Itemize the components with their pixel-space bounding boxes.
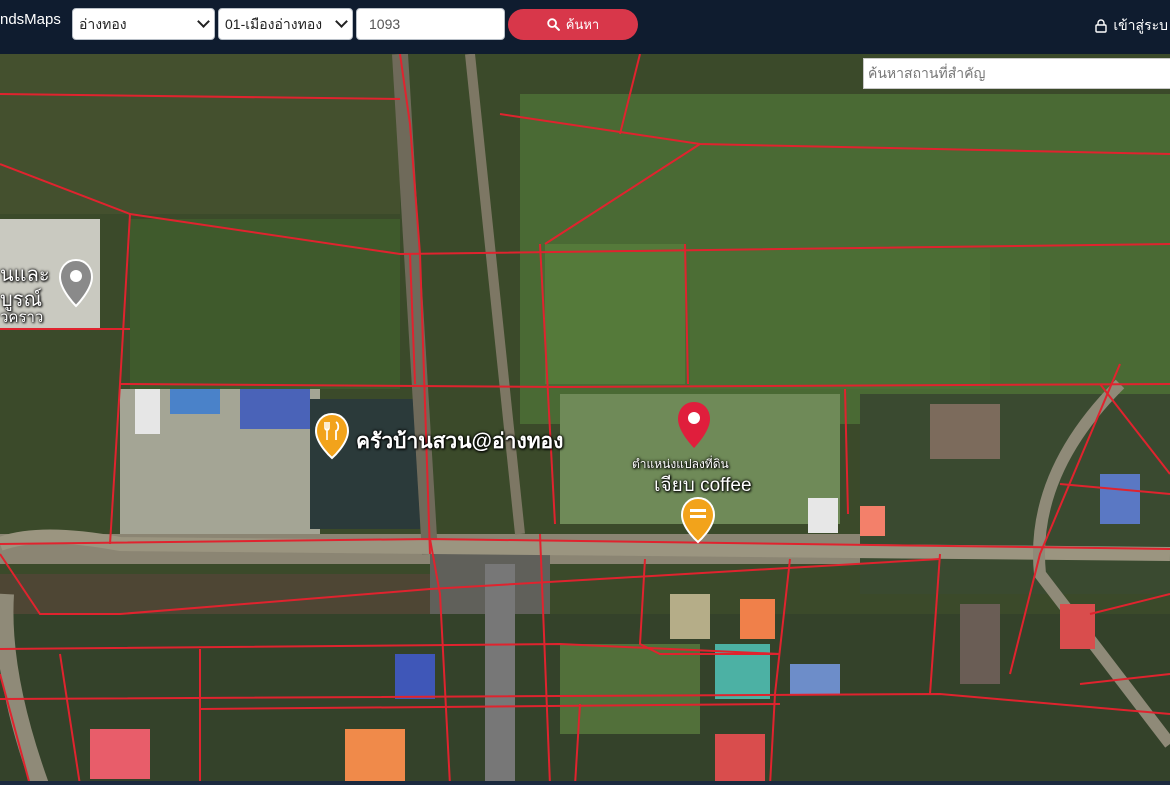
search-button-label: ค้นหา — [565, 17, 600, 32]
parcel-number-value: 1093 — [369, 16, 401, 32]
parcel-number-input[interactable]: 1093 — [356, 8, 505, 40]
gray-poi-pin-icon[interactable] — [58, 258, 94, 308]
brand-logo-text[interactable]: ndsMaps — [0, 11, 61, 28]
restaurant-pin-icon[interactable] — [314, 412, 350, 460]
district-select-value: 01-เมืองอ่างทอง — [225, 16, 323, 32]
login-label: เข้าสู่ระบ — [1113, 17, 1168, 33]
place-search-placeholder: ค้นหาสถานที่สำคัญ — [868, 65, 986, 81]
chevron-down-icon — [335, 15, 348, 28]
search-icon — [547, 18, 560, 31]
search-button[interactable]: ค้นหา — [508, 9, 638, 40]
place-search-input[interactable]: ค้นหาสถานที่สำคัญ — [863, 58, 1170, 89]
province-select[interactable]: อ่างทอง — [72, 8, 215, 40]
district-select[interactable]: 01-เมืองอ่างทอง — [218, 8, 353, 40]
restaurant-label[interactable]: ครัวบ้านสวน@อ่างทอง — [356, 425, 563, 458]
bottom-edge — [0, 781, 1170, 785]
province-select-value: อ่างทอง — [79, 16, 127, 32]
parcel-location-marker-icon[interactable] — [676, 400, 712, 450]
cafe-pin-icon[interactable] — [680, 496, 716, 544]
login-link[interactable]: เข้าสู่ระบ — [1095, 15, 1168, 37]
poi-label-line3[interactable]: วคราว — [0, 305, 43, 329]
lock-icon — [1095, 19, 1108, 33]
satellite-map[interactable] — [0, 54, 1170, 785]
top-navigation-bar: ndsMaps อ่างทอง 01-เมืองอ่างทอง 1093 ค้น… — [0, 0, 1170, 54]
chevron-down-icon — [197, 15, 210, 28]
